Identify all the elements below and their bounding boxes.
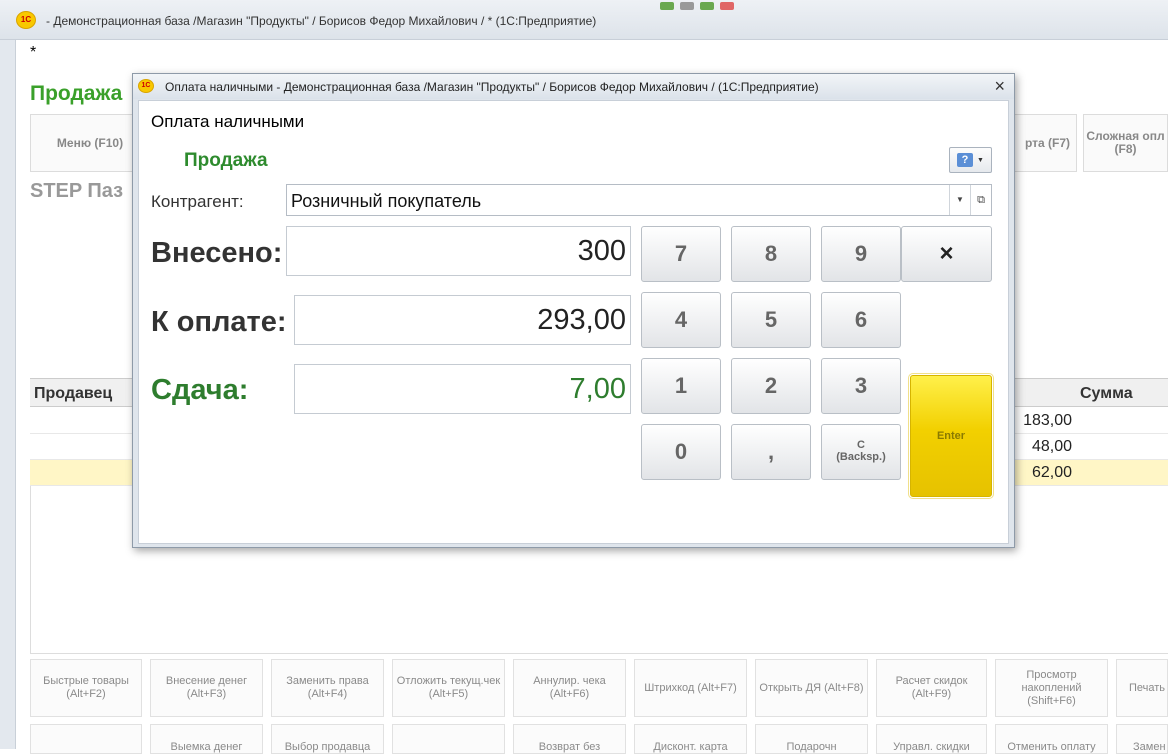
backspace-c-label: C (857, 439, 865, 451)
col-sum[interactable]: Сумма (1080, 385, 1133, 403)
row-sum: 62,00 (1031, 464, 1072, 481)
change-field: 7,00 (294, 364, 631, 414)
main-heading: Продажа (30, 82, 123, 105)
key-1[interactable]: 1 (641, 358, 721, 414)
help-icon: ? (957, 153, 974, 167)
backspace-button[interactable]: C (Backsp.) (821, 424, 901, 480)
key-4[interactable]: 4 (641, 292, 721, 348)
key-3[interactable]: 3 (821, 358, 901, 414)
col-seller[interactable]: Продавец (34, 385, 112, 403)
counterparty-label: Контрагент: (151, 192, 244, 211)
row-sum: 183,00 (1023, 412, 1072, 429)
key-8[interactable]: 8 (731, 226, 811, 282)
row-sum: 48,00 (1031, 438, 1072, 455)
counterparty-value: Розничный покупатель (291, 191, 482, 211)
card-button[interactable]: рта (F7) (1005, 114, 1077, 172)
print-button[interactable]: Печать (1116, 659, 1168, 717)
cash-in-button[interactable]: Внесение денег (Alt+F3) (150, 659, 263, 717)
paid-input[interactable]: 300 (286, 226, 631, 276)
app-logo-icon[interactable]: 1C (16, 11, 36, 29)
key-9[interactable]: 9 (821, 226, 901, 282)
modified-marker: * (30, 44, 37, 61)
cancel-receipt-button[interactable]: Аннулир. чека (Alt+F6) (513, 659, 626, 717)
manage-discounts-button[interactable]: Управл. скидки (876, 724, 987, 754)
tool-icon[interactable] (680, 2, 694, 10)
paid-label: Внесено: (151, 237, 283, 269)
calc-discounts-button[interactable]: Расчет скидок (Alt+F9) (876, 659, 987, 717)
change-rights-button[interactable]: Заменить права (Alt+F4) (271, 659, 384, 717)
cash-out-button[interactable]: Выемка денег (150, 724, 263, 754)
open-drawer-button[interactable]: Открыть ДЯ (Alt+F8) (755, 659, 868, 717)
change-label: Сдача: (151, 374, 249, 406)
due-label: К оплате: (151, 306, 287, 338)
discount-card-button[interactable]: Дисконт. карта (634, 724, 747, 754)
function-button[interactable] (30, 724, 142, 754)
barcode-button[interactable]: Штрихкод (Alt+F7) (634, 659, 747, 717)
key-6[interactable]: 6 (821, 292, 901, 348)
key-comma[interactable]: , (731, 424, 811, 480)
key-7[interactable]: 7 (641, 226, 721, 282)
complex-payment-button[interactable]: Сложная опл (F8) (1083, 114, 1168, 172)
open-icon[interactable]: ⧉ (970, 185, 991, 215)
dialog-titlebar[interactable]: 1C Оплата наличными - Демонстрационная б… (133, 74, 1014, 99)
backspace-hint: (Backsp.) (836, 451, 886, 463)
dialog-title: Оплата наличными - Демонстрационная база… (165, 80, 819, 94)
chevron-down-icon: ▼ (977, 156, 984, 164)
key-5[interactable]: 5 (731, 292, 811, 348)
close-icon[interactable]: × (994, 76, 1005, 97)
main-window-title: - Демонстрационная база /Магазин "Продук… (46, 14, 597, 28)
select-seller-button[interactable]: Выбор продавца (271, 724, 384, 754)
dropdown-icon[interactable]: ▼ (949, 185, 970, 215)
cancel-payment-button[interactable]: Отменить оплату (995, 724, 1108, 754)
clear-button[interactable]: × (901, 226, 992, 282)
replace-button[interactable]: Замен (1116, 724, 1168, 754)
gift-button[interactable]: Подарочн (755, 724, 868, 754)
view-savings-button[interactable]: Просмотр накоплений (Shift+F6) (995, 659, 1108, 717)
form-title: Оплата наличными (151, 112, 305, 131)
help-button[interactable]: ? ▼ (949, 147, 992, 173)
quick-goods-button[interactable]: Быстрые товары (Alt+F2) (30, 659, 142, 717)
key-2[interactable]: 2 (731, 358, 811, 414)
dialog-body: Оплата наличными Продажа ? ▼ Контрагент:… (138, 100, 1009, 544)
form-heading: Продажа (184, 150, 268, 171)
main-window-titlebar: 1C - Демонстрационная база /Магазин "Про… (0, 0, 1168, 40)
return-button[interactable]: Возврат без (513, 724, 626, 754)
left-panel-edge (0, 40, 16, 749)
due-field: 293,00 (294, 295, 631, 345)
hold-receipt-button[interactable]: Отложить текущ.чек (Alt+F5) (392, 659, 505, 717)
tool-icon[interactable] (700, 2, 714, 10)
function-button[interactable] (392, 724, 505, 754)
tool-icon[interactable] (660, 2, 674, 10)
store-label: STEP Паз (30, 180, 124, 202)
enter-button[interactable]: Enter (908, 373, 994, 499)
counterparty-field[interactable]: Розничный покупатель ▼ ⧉ (286, 184, 992, 216)
app-logo-icon: 1C (138, 79, 154, 93)
titlebar-toolbar (660, 2, 734, 10)
tool-icon[interactable] (720, 2, 734, 10)
key-0[interactable]: 0 (641, 424, 721, 480)
cash-payment-dialog: 1C Оплата наличными - Демонстрационная б… (132, 73, 1015, 548)
